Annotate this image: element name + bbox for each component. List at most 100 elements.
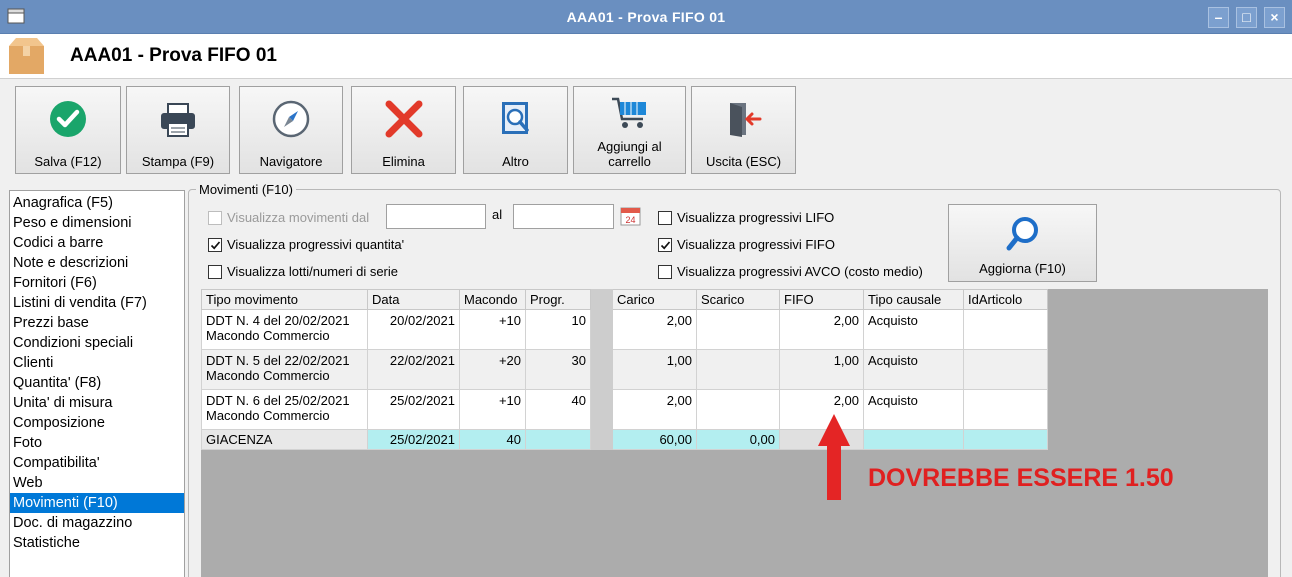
print-button[interactable]: Stampa (F9) (126, 86, 230, 174)
nav-item-listini[interactable]: Listini di vendita (F7) (10, 293, 184, 313)
compass-icon (272, 100, 310, 138)
cell-data: 20/02/2021 (367, 309, 460, 350)
checkbox-box (658, 264, 672, 279)
nav-item-unita-misura[interactable]: Unita' di misura (10, 393, 184, 413)
cell-separator (590, 309, 613, 350)
maximize-button[interactable]: □ (1236, 7, 1257, 28)
window-title: AAA01 - Prova FIFO 01 (566, 9, 726, 25)
window-titlebar: AAA01 - Prova FIFO 01 – □ × (0, 0, 1292, 34)
lots-checkbox[interactable]: Visualizza lotti/numeri di serie (208, 264, 398, 279)
checkbox-box (658, 237, 672, 252)
lifo-checkbox[interactable]: Visualizza progressivi LIFO (658, 210, 834, 225)
col-header-tipo[interactable]: Tipo movimento (201, 289, 368, 310)
cell-macondo: 40 (459, 429, 526, 450)
col-header-fifo[interactable]: FIFO (779, 289, 864, 310)
other-button[interactable]: Altro (463, 86, 568, 174)
exit-label: Uscita (ESC) (705, 154, 782, 169)
check-mark-icon (660, 240, 671, 249)
show-from-checkbox[interactable]: Visualizza movimenti dal (208, 210, 369, 225)
exit-button[interactable]: Uscita (ESC) (691, 86, 796, 174)
cell-progr: 40 (525, 389, 591, 430)
cell-causale: Acquisto (863, 389, 964, 430)
nav-item-fornitori[interactable]: Fornitori (F6) (10, 273, 184, 293)
lots-label: Visualizza lotti/numeri di serie (227, 264, 398, 279)
progressive-qty-checkbox[interactable]: Visualizza progressivi quantita' (208, 237, 404, 252)
print-label: Stampa (F9) (141, 154, 215, 169)
shopping-cart-icon (611, 97, 646, 128)
magnifier-icon (1006, 217, 1038, 251)
col-header-carico[interactable]: Carico (612, 289, 697, 310)
cell-tipo: DDT N. 4 del 20/02/2021 Macondo Commercio (201, 309, 368, 350)
book-search-icon (501, 102, 529, 134)
exit-door-icon (729, 103, 761, 137)
red-x-icon (385, 100, 422, 138)
add-to-cart-label: Aggiungi al carrello (597, 139, 662, 169)
date-to-label: al (492, 207, 503, 222)
cell-separator (590, 349, 613, 390)
refresh-button[interactable]: Aggiorna (F10) (948, 204, 1097, 282)
save-button[interactable]: Salva (F12) (15, 86, 121, 174)
avco-label: Visualizza progressivi AVCO (costo medio… (677, 264, 923, 279)
col-header-macondo[interactable]: Macondo (459, 289, 526, 310)
checkbox-box (208, 264, 222, 279)
cell-data: 25/02/2021 (367, 429, 460, 450)
nav-item-compatibilita[interactable]: Compatibilita' (10, 453, 184, 473)
date-to-input[interactable] (513, 204, 614, 229)
delete-button[interactable]: Elimina (351, 86, 456, 174)
svg-text:24: 24 (625, 215, 635, 225)
other-label: Altro (502, 154, 529, 169)
printer-icon (161, 103, 195, 137)
cell-progr (525, 429, 591, 450)
page-header: AAA01 - Prova FIFO 01 (0, 34, 1292, 79)
movements-grid[interactable]: Tipo movimento Data Macondo Progr. Caric… (201, 289, 1048, 450)
cell-causale: Acquisto (863, 349, 964, 390)
nav-item-statistiche[interactable]: Statistiche (10, 533, 184, 553)
nav-item-quantita[interactable]: Quantita' (F8) (10, 373, 184, 393)
annotation-text: DOVREBBE ESSERE 1.50 (868, 464, 1174, 492)
nav-item-prezzi-base[interactable]: Prezzi base (10, 313, 184, 333)
col-header-causale[interactable]: Tipo causale (863, 289, 964, 310)
total-row[interactable]: GIACENZA 25/02/2021 40 60,00 0,00 (201, 429, 1048, 450)
nav-item-foto[interactable]: Foto (10, 433, 184, 453)
add-to-cart-button[interactable]: Aggiungi al carrello (573, 86, 686, 174)
col-header-progr[interactable]: Progr. (525, 289, 591, 310)
col-header-separator (590, 289, 613, 310)
cell-tipo: GIACENZA (201, 429, 368, 450)
cell-data: 22/02/2021 (367, 349, 460, 390)
avco-checkbox[interactable]: Visualizza progressivi AVCO (costo medio… (658, 264, 923, 279)
fifo-checkbox[interactable]: Visualizza progressivi FIFO (658, 237, 835, 252)
table-row[interactable]: DDT N. 4 del 20/02/2021 Macondo Commercio… (201, 309, 1048, 350)
close-button[interactable]: × (1264, 7, 1285, 28)
table-row[interactable]: DDT N. 6 del 25/02/2021 Macondo Commercio… (201, 389, 1048, 430)
nav-item-web[interactable]: Web (10, 473, 184, 493)
cell-carico: 2,00 (612, 309, 697, 350)
table-row[interactable]: DDT N. 5 del 22/02/2021 Macondo Commercio… (201, 349, 1048, 390)
col-header-idarticolo[interactable]: IdArticolo (963, 289, 1048, 310)
navigator-button[interactable]: Navigatore (239, 86, 343, 174)
nav-item-movimenti[interactable]: Movimenti (F10) (10, 493, 184, 513)
page-title: AAA01 - Prova FIFO 01 (70, 45, 277, 66)
nav-item-codici-barre[interactable]: Codici a barre (10, 233, 184, 253)
nav-item-composizione[interactable]: Composizione (10, 413, 184, 433)
nav-item-doc-magazzino[interactable]: Doc. di magazzino (10, 513, 184, 533)
fifo-label: Visualizza progressivi FIFO (677, 237, 835, 252)
cell-scarico (696, 349, 780, 390)
col-header-data[interactable]: Data (367, 289, 460, 310)
red-arrow-annotation-icon (818, 414, 850, 500)
nav-item-note[interactable]: Note e descrizioni (10, 253, 184, 273)
section-nav-list[interactable]: Anagrafica (F5) Peso e dimensioni Codici… (9, 190, 185, 577)
cell-macondo: +10 (459, 389, 526, 430)
minimize-button[interactable]: – (1208, 7, 1229, 28)
cell-causale: Acquisto (863, 309, 964, 350)
calendar-icon[interactable]: 24 (620, 205, 641, 226)
nav-item-condizioni[interactable]: Condizioni speciali (10, 333, 184, 353)
cell-idarticolo (963, 349, 1048, 390)
nav-item-peso-dimensioni[interactable]: Peso e dimensioni (10, 213, 184, 233)
date-from-input[interactable] (386, 204, 486, 229)
nav-item-clienti[interactable]: Clienti (10, 353, 184, 373)
col-header-scarico[interactable]: Scarico (696, 289, 780, 310)
checkbox-box (208, 237, 222, 252)
cell-progr: 30 (525, 349, 591, 390)
nav-item-anagrafica[interactable]: Anagrafica (F5) (10, 193, 184, 213)
check-mark-icon (210, 240, 221, 249)
